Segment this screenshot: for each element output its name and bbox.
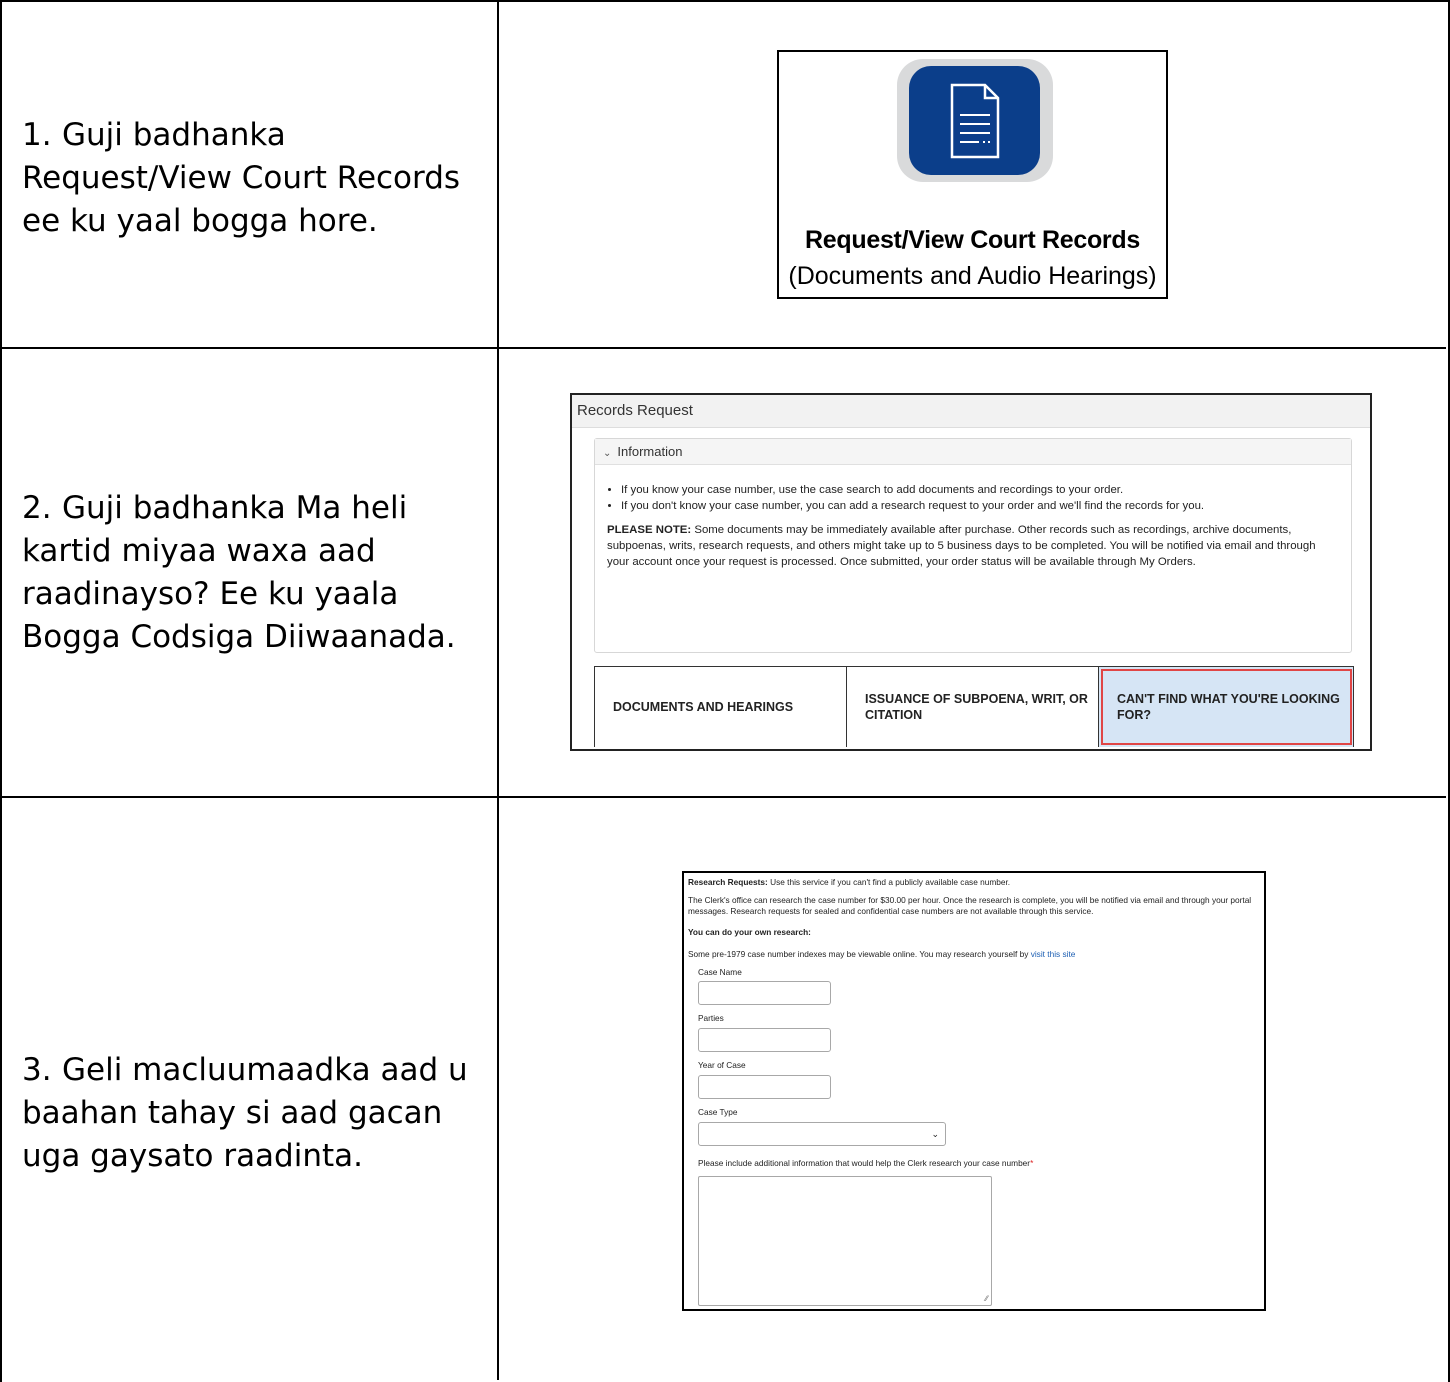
case-type-label: Case Type <box>698 1107 738 1117</box>
request-view-court-records-tile[interactable]: Request/View Court Records (Documents an… <box>777 50 1168 299</box>
tab-issuance-subpoena[interactable]: ISSUANCE OF SUBPOENA, WRIT, OR CITATION <box>847 667 1099 747</box>
info-bullet: If you don't know your case number, you … <box>621 499 1351 514</box>
row-divider <box>0 347 1446 349</box>
tile-title: Request/View Court Records <box>805 226 1140 254</box>
additional-info-label: Please include additional information th… <box>698 1158 1034 1168</box>
case-name-input[interactable] <box>698 981 831 1005</box>
column-divider <box>497 0 499 1380</box>
step-3-text: 3. Geli macluumaadka aad u baahan tahay s… <box>22 1052 468 1174</box>
year-input[interactable] <box>698 1075 831 1099</box>
request-tabs: DOCUMENTS AND HEARINGS ISSUANCE OF SUBPO… <box>594 666 1354 747</box>
tab-cant-find[interactable]: CAN'T FIND WHAT YOU'RE LOOKING FOR? <box>1099 667 1354 747</box>
step-2-text: 2. Guji badhanka Ma heli kartid miyaa wax… <box>22 490 456 655</box>
visit-site-link[interactable]: visit this site <box>1031 949 1076 959</box>
research-intro: Research Requests: Use this service if y… <box>688 877 1011 887</box>
own-research-heading: You can do your own research: <box>688 927 811 937</box>
case-name-label: Case Name <box>698 967 742 977</box>
tab-documents-and-hearings[interactable]: DOCUMENTS AND HEARINGS <box>594 667 847 747</box>
year-label: Year of Case <box>698 1060 746 1070</box>
chevron-down-icon: ⌄ <box>603 448 612 459</box>
information-toggle[interactable]: ⌄ Information <box>595 439 1351 465</box>
parties-input[interactable] <box>698 1028 831 1052</box>
case-type-select[interactable]: ⌄ <box>698 1122 946 1146</box>
tile-subtitle: (Documents and Audio Hearings) <box>788 262 1157 290</box>
own-research-text: Some pre-1979 case number indexes may be… <box>688 949 1076 959</box>
panel-header: Records Request <box>572 395 1370 428</box>
parties-label: Parties <box>698 1013 724 1023</box>
row-divider <box>0 796 1446 798</box>
info-bullet: If you know your case number, use the ca… <box>621 483 1351 498</box>
records-request-panel: Records Request ⌄Information If you know… <box>570 393 1372 751</box>
resize-handle-icon[interactable]: ∕∕ <box>985 1293 988 1304</box>
research-request-form: Research Requests: Use this service if y… <box>682 871 1266 1311</box>
research-paragraph: The Clerk's office can research the case… <box>688 895 1252 916</box>
additional-info-textarea[interactable]: ∕∕ <box>698 1176 992 1306</box>
please-note: PLEASE NOTE: Some documents may be immed… <box>607 524 1316 568</box>
information-card: ⌄Information If you know your case numbe… <box>594 438 1352 653</box>
chevron-down-icon: ⌄ <box>931 1129 939 1139</box>
document-icon <box>909 66 1040 175</box>
step-1-text: 1. Guji badhanka Request/View Court Recor… <box>22 117 461 239</box>
